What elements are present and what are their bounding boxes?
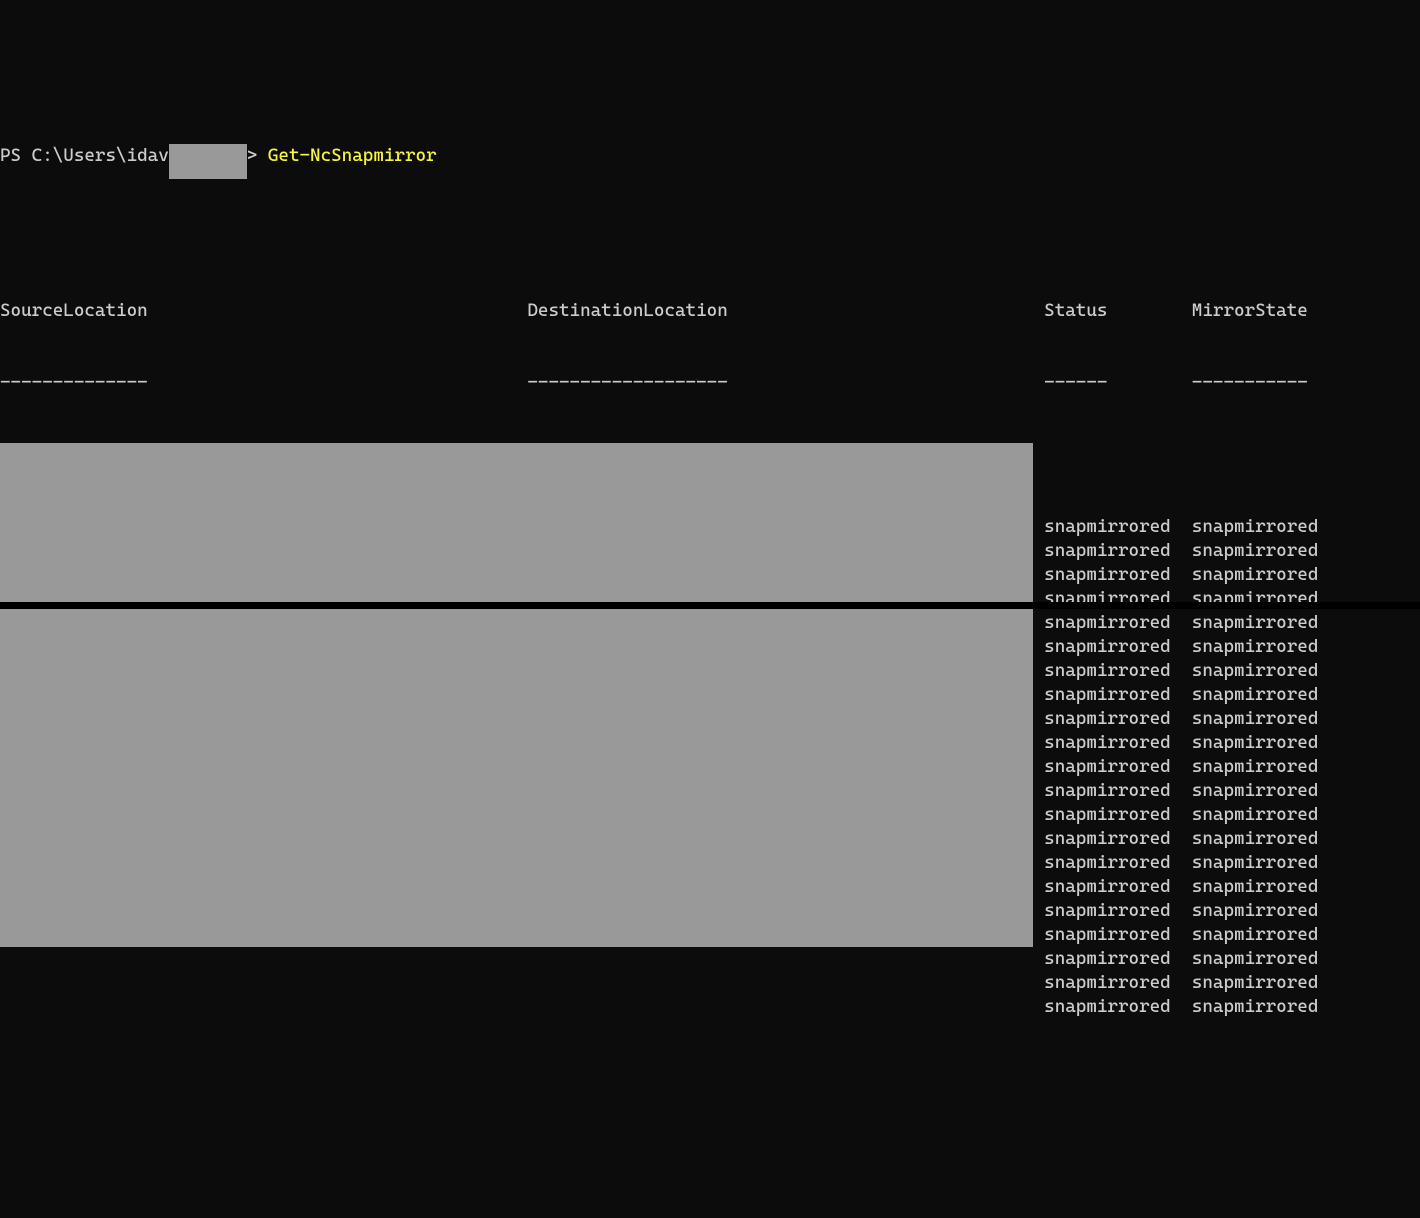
prompt-suffix: > [247, 144, 268, 168]
table-row: snapmirrored snapmirrored [0, 875, 1420, 899]
table-row: snapmirrored snapmirrored [0, 779, 1420, 803]
prompt-line: PS C:\Users\idav > Get-NcSnapmirror [0, 144, 1420, 179]
table-row: snapmirrored snapmirrored [0, 635, 1420, 659]
blank-line [0, 227, 1420, 251]
data-rows-container: snapmirrored snapmirrored snapmirrored s… [0, 515, 1420, 1019]
table-row: snapmirrored snapmirrored [0, 971, 1420, 995]
table-row: snapmirrored snapmirrored [0, 851, 1420, 875]
table-row: snapmirrored snapmirrored [0, 755, 1420, 779]
table-row: snapmirrored snapmirrored [0, 947, 1420, 971]
bottom-border [0, 602, 1420, 609]
table-row: snapmirrored snapmirrored [0, 539, 1420, 563]
table-row: snapmirrored snapmirrored [0, 659, 1420, 683]
table-row: snapmirrored snapmirrored [0, 731, 1420, 755]
table-row: snapmirrored snapmirrored [0, 827, 1420, 851]
table-row: snapmirrored snapmirrored [0, 899, 1420, 923]
header-sourcelocation: SourceLocation DestinationLocation Statu… [0, 300, 1308, 321]
table-row: snapmirrored snapmirrored [0, 611, 1420, 635]
terminal-window[interactable]: PS C:\Users\idav > Get-NcSnapmirror Sourc… [0, 96, 1420, 1091]
underline-sourcelocation: -------------- ------------------- -----… [0, 372, 1308, 393]
table-row: snapmirrored snapmirrored [0, 683, 1420, 707]
table-row: snapmirrored snapmirrored [0, 995, 1420, 1019]
table-header-row: SourceLocation DestinationLocation Statu… [0, 299, 1420, 323]
redacted-username-part [169, 144, 247, 179]
table-row: snapmirrored snapmirrored [0, 563, 1420, 587]
table-data-area: snapmirrored snapmirrored snapmirrored s… [0, 443, 1420, 1067]
table-underline-row: -------------- ------------------- -----… [0, 371, 1420, 395]
table-row: snapmirrored snapmirrored [0, 707, 1420, 731]
table-row: snapmirrored snapmirrored [0, 803, 1420, 827]
table-row: snapmirrored snapmirrored [0, 923, 1420, 947]
table-row: snapmirrored snapmirrored [0, 515, 1420, 539]
prompt-prefix: PS C:\Users\idav [0, 144, 169, 168]
command-text: Get-NcSnapmirror [268, 144, 437, 168]
